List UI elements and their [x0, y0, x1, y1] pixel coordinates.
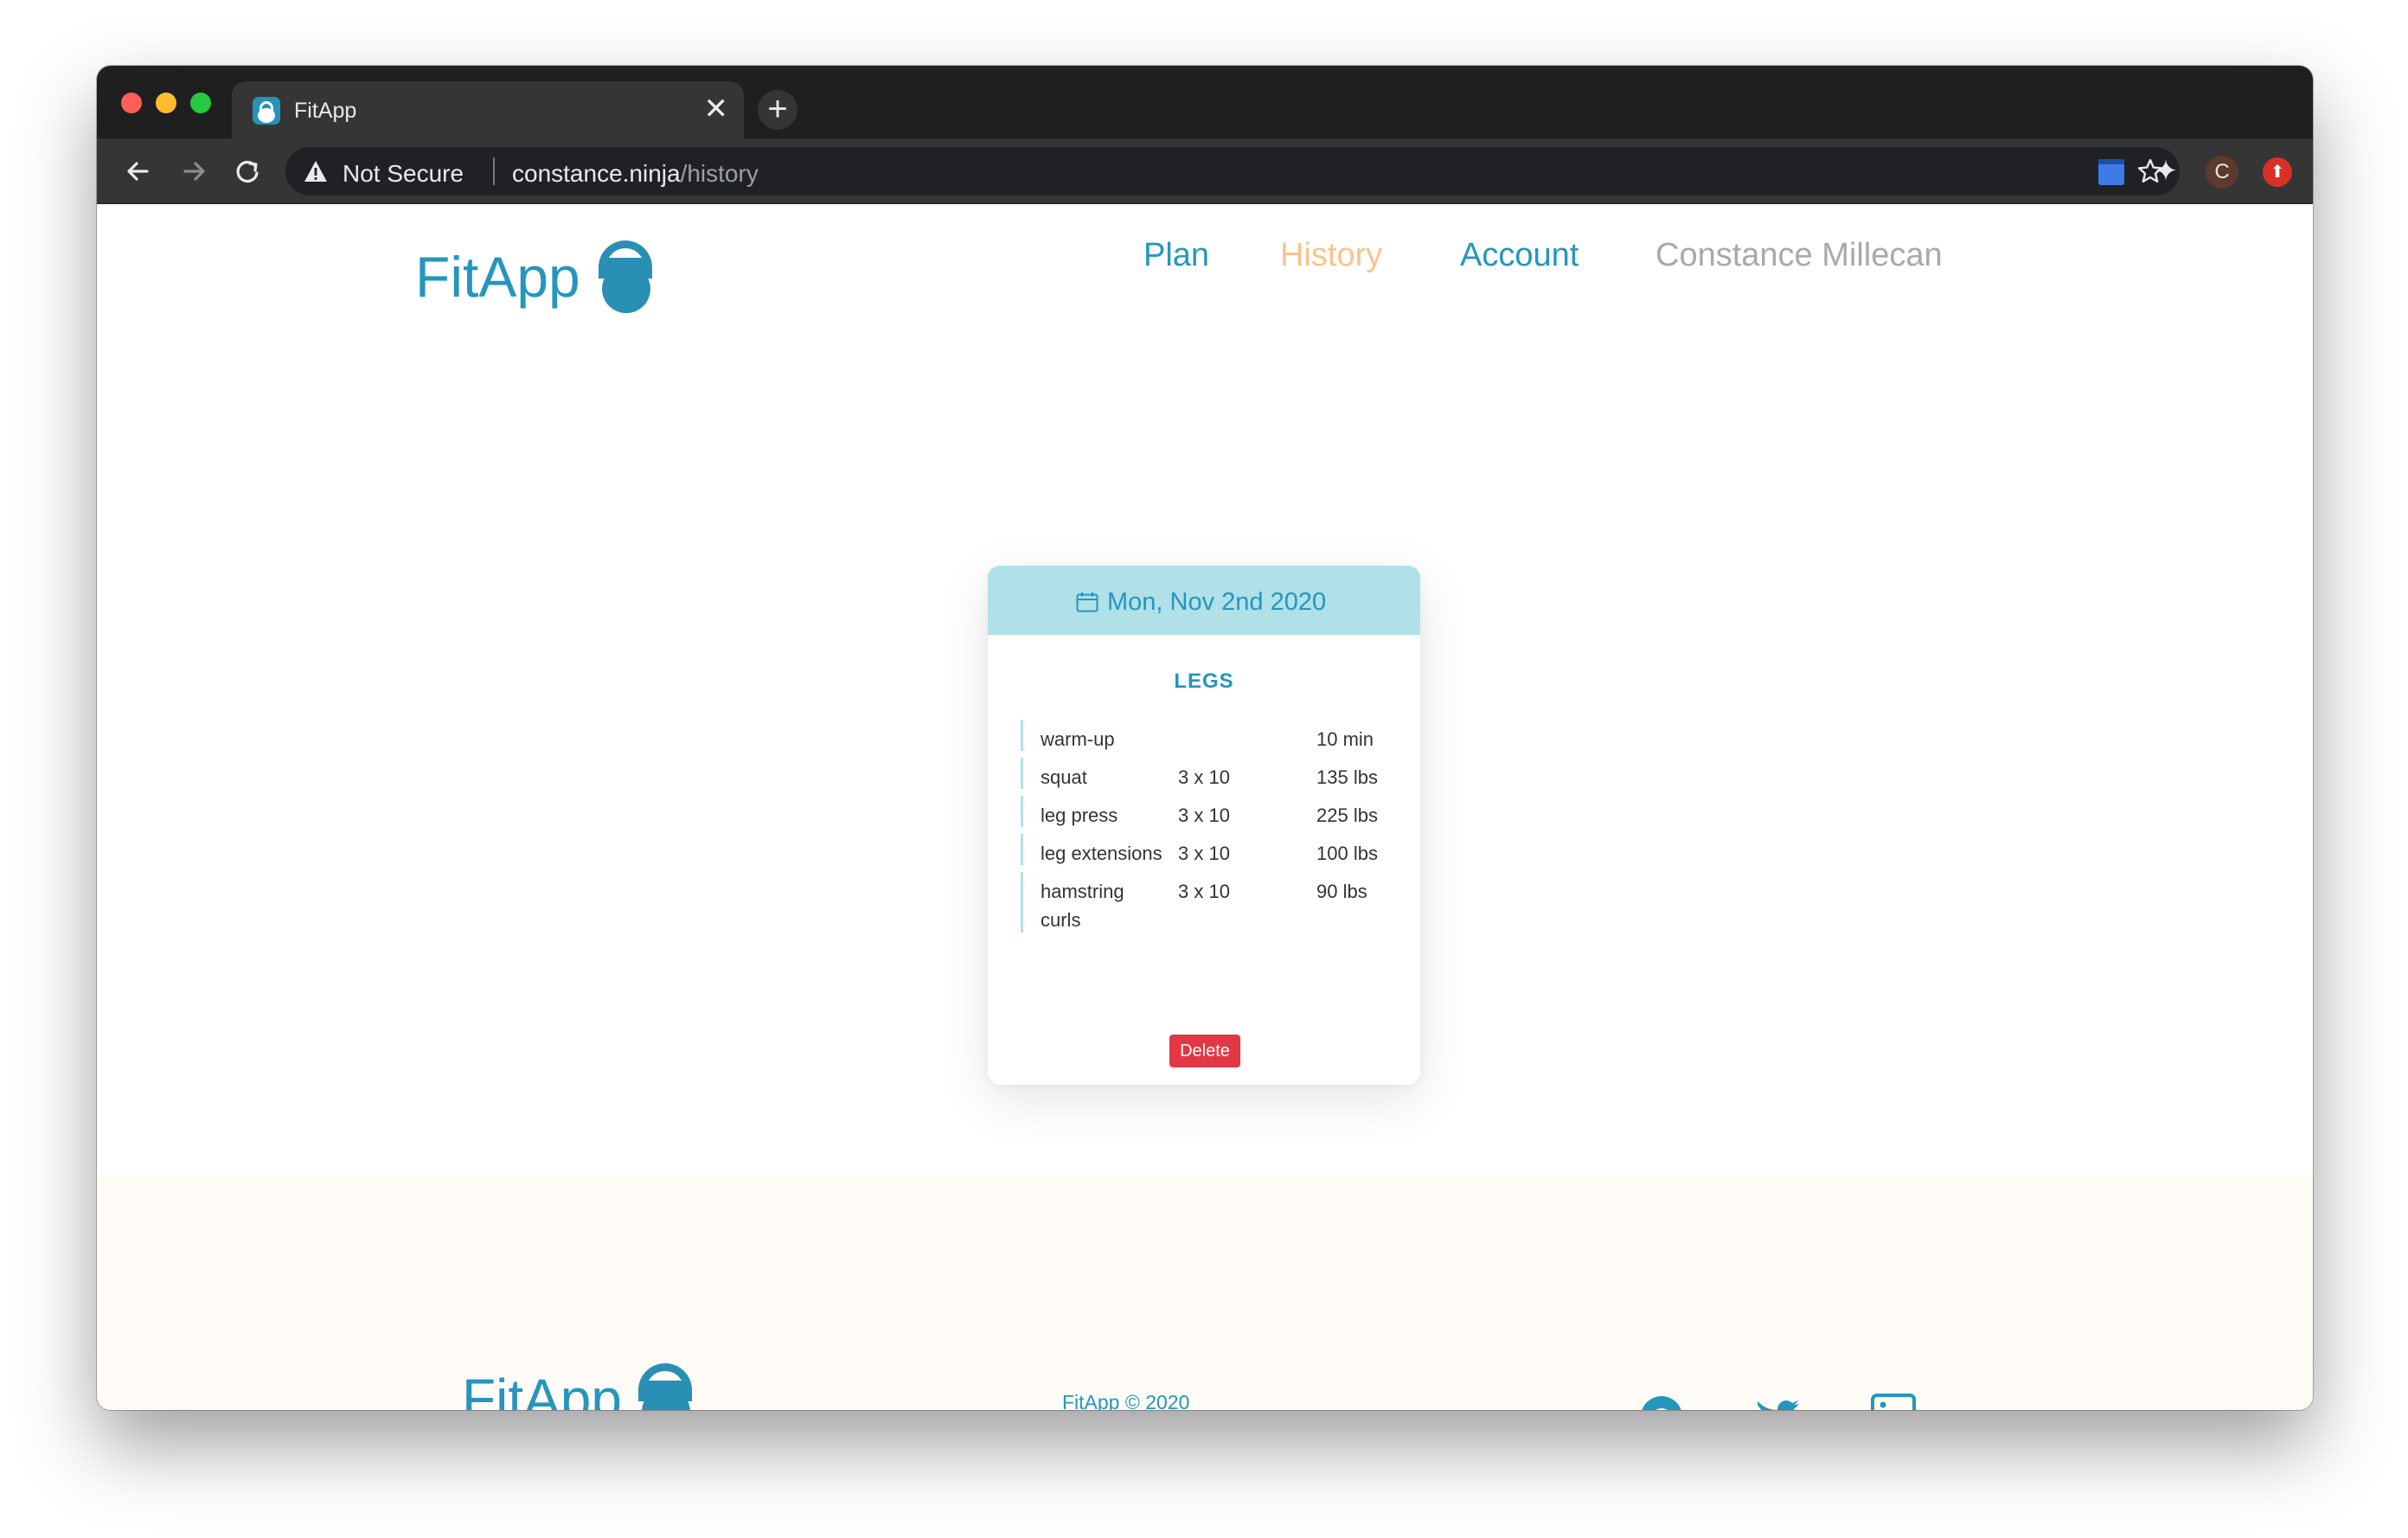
- kettlebell-icon: [595, 240, 656, 313]
- tab-close-icon[interactable]: ✕: [704, 92, 729, 126]
- twitter-icon[interactable]: [1754, 1393, 1801, 1410]
- address-divider: [493, 157, 495, 185]
- nav-account-link[interactable]: Account: [1460, 237, 1579, 274]
- exercise-row: leg extensions 3 x 10 100 lbs: [1021, 834, 1401, 865]
- kettlebell-favicon-icon: [253, 97, 280, 125]
- exercise-sets: 3 x 10: [1178, 766, 1230, 788]
- exercise-load: 90 lbs: [1316, 881, 1367, 902]
- exercise-name: squat: [1041, 766, 1087, 788]
- delete-button[interactable]: Delete: [1169, 1035, 1240, 1067]
- warning-icon: [304, 161, 327, 182]
- url-text[interactable]: constance.ninja/history: [512, 160, 759, 188]
- reload-icon[interactable]: [228, 152, 266, 190]
- page-viewport: FitApp Plan History Account Constance Mi…: [97, 204, 2313, 1410]
- linkedin-icon[interactable]: [1870, 1393, 1917, 1410]
- security-label[interactable]: Not Secure: [343, 160, 464, 188]
- exercise-sets: 3 x 10: [1178, 843, 1230, 864]
- exercise-name: warm-up: [1041, 728, 1115, 750]
- footer-copyright: FitApp © 2020: [1062, 1391, 1190, 1410]
- back-icon[interactable]: [119, 152, 157, 190]
- nav-plan-link[interactable]: Plan: [1143, 237, 1209, 274]
- footer-kettlebell-icon: [635, 1363, 695, 1410]
- browser-toolbar: Not Secure constance.ninja/history ✦ C ⬆: [97, 138, 2313, 204]
- exercise-load: 225 lbs: [1316, 804, 1378, 826]
- url-path: /history: [680, 160, 759, 187]
- address-bar[interactable]: Not Secure constance.ninja/history: [285, 147, 2180, 195]
- url-host: constance.ninja: [512, 160, 681, 187]
- workout-date: Mon, Nov 2nd 2020: [1107, 588, 1327, 616]
- update-arrow-icon[interactable]: ⬆: [2258, 152, 2296, 190]
- browser-window: FitApp ✕ + Not Secure constance.ninja/hi…: [97, 66, 2313, 1410]
- logo-text: FitApp: [415, 245, 580, 309]
- exercise-row: leg press 3 x 10 225 lbs: [1021, 796, 1401, 827]
- card-header: Mon, Nov 2nd 2020: [988, 566, 1420, 635]
- exercise-name: hamstring curls: [1041, 881, 1124, 931]
- exercise-name: leg press: [1041, 804, 1118, 826]
- extension-window-icon[interactable]: [2091, 152, 2129, 190]
- github-icon[interactable]: [1638, 1393, 1685, 1410]
- maximize-window-button[interactable]: [190, 93, 211, 113]
- exercise-name: leg extensions: [1041, 843, 1162, 864]
- exercise-load: 100 lbs: [1316, 843, 1378, 864]
- new-tab-button[interactable]: +: [758, 90, 797, 130]
- site-footer: FitApp FitApp © 2020: [97, 1175, 2313, 1410]
- nav-history-link[interactable]: History: [1280, 237, 1382, 274]
- tab-title: FitApp: [294, 99, 357, 123]
- tab-strip: FitApp ✕ +: [97, 66, 2313, 138]
- exercise-row: warm-up 10 min: [1021, 720, 1401, 751]
- exercise-load: 135 lbs: [1316, 766, 1378, 788]
- workout-title: LEGS: [1174, 670, 1234, 693]
- footer-logo-text: FitApp: [462, 1368, 622, 1410]
- minimize-window-button[interactable]: [156, 93, 176, 113]
- exercise-sets: 3 x 10: [1178, 804, 1230, 826]
- browser-tab[interactable]: FitApp ✕: [232, 81, 744, 138]
- exercise-row: squat 3 x 10 135 lbs: [1021, 758, 1401, 789]
- exercise-sets: 3 x 10: [1178, 881, 1230, 902]
- calendar-icon: [1076, 592, 1098, 612]
- close-window-button[interactable]: [121, 93, 142, 113]
- profile-avatar[interactable]: C: [2202, 152, 2240, 190]
- exercise-load: 10 min: [1316, 728, 1374, 750]
- forward-icon[interactable]: [175, 152, 213, 190]
- exercise-row: hamstring curls 3 x 10 90 lbs: [1021, 872, 1401, 932]
- nav-user-name[interactable]: Constance Millecan: [1656, 237, 1943, 274]
- workout-card: Mon, Nov 2nd 2020 LEGS warm-up 10 min sq…: [988, 566, 1420, 1085]
- extensions-puzzle-icon[interactable]: ✦: [2147, 152, 2185, 190]
